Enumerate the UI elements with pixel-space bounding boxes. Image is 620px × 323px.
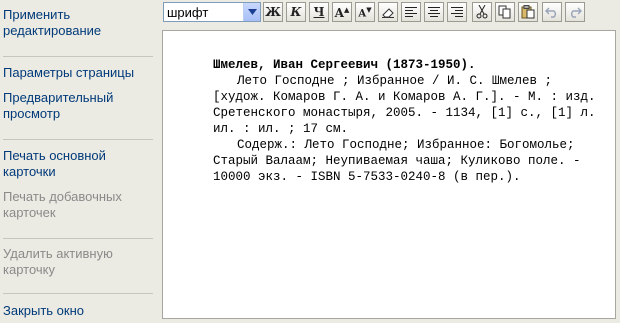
scissors-icon: [476, 5, 488, 19]
font-select-value: шрифт: [167, 5, 209, 20]
superscript-button[interactable]: A▲: [332, 2, 352, 22]
print-main-card-link[interactable]: Печать основной карточки: [3, 148, 153, 180]
underline-button[interactable]: Ч: [309, 2, 329, 22]
redo-icon: [571, 7, 582, 18]
preview-link[interactable]: Предварительный просмотр: [3, 90, 153, 122]
divider: [3, 139, 153, 140]
divider: [3, 238, 153, 239]
card-body: Лето Господне ; Избранное / И. С. Шмелев…: [213, 74, 596, 136]
undo-icon: [545, 7, 556, 18]
redo-button[interactable]: [565, 2, 585, 22]
card-editor[interactable]: Шмелев, Иван Сергеевич (1873-1950). Лето…: [162, 30, 616, 319]
card-heading: Шмелев, Иван Сергеевич (1873-1950).: [213, 58, 476, 72]
align-right-icon: [451, 7, 463, 17]
page-params-link[interactable]: Параметры страницы: [3, 65, 153, 81]
align-right-button[interactable]: [447, 2, 467, 22]
align-left-button[interactable]: [401, 2, 421, 22]
align-center-icon: [428, 7, 440, 17]
copy-button[interactable]: [495, 2, 515, 22]
eraser-icon: [382, 8, 394, 18]
cut-button[interactable]: [472, 2, 492, 22]
apply-edit-link[interactable]: Применить редактирование: [3, 7, 153, 39]
italic-button[interactable]: К: [286, 2, 306, 22]
divider: [3, 293, 153, 294]
bold-button[interactable]: Ж: [263, 2, 283, 22]
delete-active-card-link: Удалить активную карточку: [3, 246, 113, 277]
align-left-icon: [405, 7, 417, 17]
align-center-button[interactable]: [424, 2, 444, 22]
subscript-icon: A▼: [358, 4, 372, 20]
divider: [3, 56, 153, 57]
paste-button[interactable]: [518, 2, 538, 22]
superscript-glyph: A: [334, 5, 344, 20]
superscript-icon: A▲: [334, 4, 350, 20]
undo-button[interactable]: [542, 2, 562, 22]
sidebar: Применить редактирование Параметры стран…: [0, 0, 154, 323]
card-contents: Содерж.: Лето Господне; Избранное: Богом…: [213, 138, 581, 184]
eraser-button[interactable]: [378, 2, 398, 22]
print-extra-cards-link: Печать добавочных карточек: [3, 189, 122, 220]
formatting-toolbar: шрифт Ж К Ч A▲ A▼: [163, 2, 603, 24]
close-window-link[interactable]: Закрыть окно: [3, 303, 153, 319]
subscript-button[interactable]: A▼: [355, 2, 375, 22]
paste-icon: [521, 5, 535, 19]
copy-icon: [498, 5, 511, 19]
chevron-down-icon[interactable]: [243, 3, 260, 21]
font-select[interactable]: шрифт: [163, 2, 261, 22]
